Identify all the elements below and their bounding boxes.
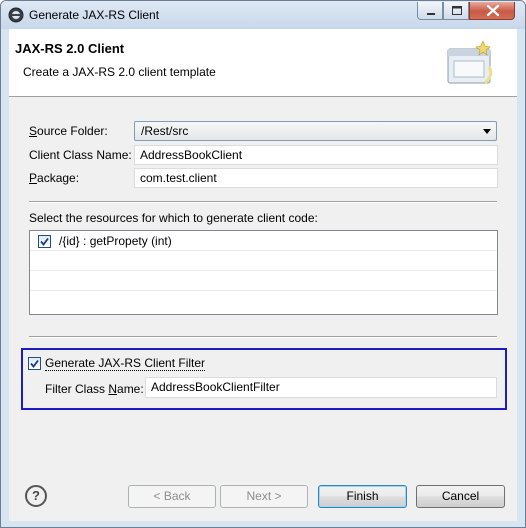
resource-checkbox[interactable]	[38, 235, 51, 248]
minimize-button[interactable]	[417, 2, 443, 20]
table-row	[30, 271, 497, 291]
package-value: com.test.client	[140, 171, 217, 185]
window-title: Generate JAX-RS Client	[29, 8, 160, 22]
maximize-icon	[452, 6, 462, 15]
minimize-icon	[427, 13, 435, 15]
back-button[interactable]: < Back	[128, 485, 216, 508]
filter-class-value: AddressBookClientFilter	[151, 380, 280, 394]
close-icon	[486, 4, 500, 17]
package-input[interactable]: com.test.client	[134, 168, 498, 188]
generate-filter-label[interactable]: Generate JAX-RS Client Filter	[45, 356, 206, 371]
title-bar[interactable]: Generate JAX-RS Client	[1, 1, 525, 29]
client-class-input[interactable]: AddressBookClient	[134, 145, 498, 165]
checkmark-icon	[30, 359, 39, 368]
dialog-content: JAX-RS 2.0 Client Create a JAX-RS 2.0 cl…	[9, 29, 517, 521]
source-folder-combo[interactable]: /Rest/src	[134, 121, 497, 141]
wizard-banner: JAX-RS 2.0 Client Create a JAX-RS 2.0 cl…	[9, 29, 517, 97]
cancel-button[interactable]: Cancel	[416, 485, 505, 508]
maximize-button[interactable]	[443, 2, 469, 20]
source-folder-value: /Rest/src	[141, 124, 189, 138]
checkmark-icon	[40, 237, 49, 246]
table-row	[30, 251, 497, 271]
dialog-window: Generate JAX-RS Client JAX-RS 2.0 Client…	[0, 0, 526, 528]
wizard-banner-icon	[447, 40, 493, 85]
package-label: Package:	[29, 171, 80, 185]
source-folder-label: Source Folder:	[29, 124, 108, 138]
finish-button[interactable]: Finish	[318, 485, 407, 508]
filter-class-input[interactable]: AddressBookClientFilter	[145, 377, 497, 398]
separator	[29, 201, 497, 203]
separator	[29, 336, 497, 338]
wizard-description: Create a JAX-RS 2.0 client template	[23, 65, 216, 79]
table-row	[30, 291, 497, 311]
resources-table[interactable]: /{id} : getPropety (int)	[29, 230, 498, 315]
next-button[interactable]: Next >	[220, 485, 308, 508]
help-icon[interactable]: ?	[25, 485, 47, 507]
close-button[interactable]	[469, 2, 515, 20]
eclipse-app-icon	[8, 7, 24, 23]
table-row[interactable]: /{id} : getPropety (int)	[30, 231, 497, 251]
client-class-label: Client Class Name:	[29, 148, 132, 162]
client-class-value: AddressBookClient	[140, 148, 243, 162]
client-filter-group: Generate JAX-RS Client Filter Filter Cla…	[21, 348, 507, 410]
resources-heading: Select the resources for which to genera…	[29, 211, 318, 225]
chevron-down-icon	[483, 129, 491, 134]
resource-label: /{id} : getPropety (int)	[59, 234, 172, 248]
generate-filter-checkbox[interactable]	[28, 357, 41, 370]
wizard-title: JAX-RS 2.0 Client	[15, 41, 125, 56]
filter-class-label: Filter Class Name:	[45, 382, 144, 396]
